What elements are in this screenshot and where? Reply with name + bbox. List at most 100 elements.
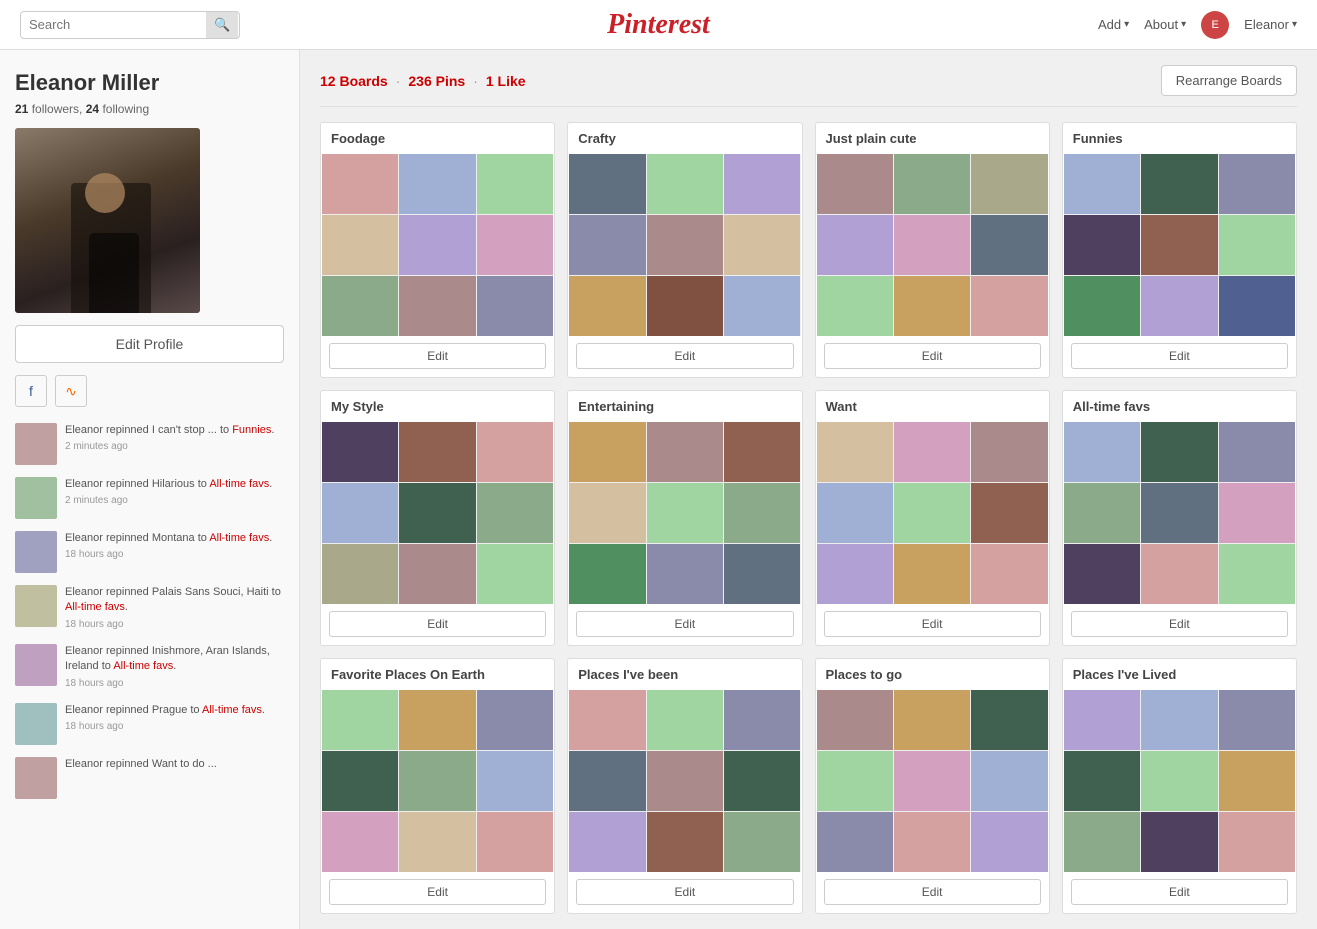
board-title: Foodage: [321, 123, 554, 154]
board-edit-button[interactable]: Edit: [329, 343, 546, 369]
board-image: [894, 215, 970, 275]
search-button[interactable]: 🔍: [206, 12, 238, 38]
board-edit-button[interactable]: Edit: [1071, 343, 1288, 369]
board-image: [647, 154, 723, 214]
board-edit-button[interactable]: Edit: [576, 611, 793, 637]
board-card: Crafty Edit: [567, 122, 802, 378]
activity-description: Eleanor repinned Montana to: [65, 532, 209, 544]
board-image: [1219, 690, 1295, 750]
board-image: [569, 544, 645, 604]
activity-board-link[interactable]: All-time favs: [209, 532, 269, 544]
activity-thumbnail: [15, 477, 57, 519]
rearrange-boards-button[interactable]: Rearrange Boards: [1161, 65, 1297, 96]
board-image: [1064, 215, 1140, 275]
activity-board-link[interactable]: Funnies: [232, 424, 271, 436]
board-edit-button[interactable]: Edit: [824, 879, 1041, 905]
board-image: [647, 422, 723, 482]
activity-text: Eleanor repinned Prague to All-time favs…: [65, 703, 265, 734]
board-image: [894, 276, 970, 336]
dot2: ·: [473, 73, 478, 89]
board-card: Favorite Places On Earth Edit: [320, 658, 555, 914]
board-image: [971, 215, 1047, 275]
board-images: [569, 690, 800, 872]
board-title: Favorite Places On Earth: [321, 659, 554, 690]
board-edit-button[interactable]: Edit: [329, 879, 546, 905]
board-image: [569, 215, 645, 275]
activity-time: 18 hours ago: [65, 720, 265, 734]
board-image: [399, 422, 475, 482]
board-image: [1064, 422, 1140, 482]
board-image: [477, 483, 553, 543]
board-image: [724, 422, 800, 482]
about-button[interactable]: About ▾: [1144, 17, 1186, 32]
board-edit-button[interactable]: Edit: [1071, 611, 1288, 637]
board-image: [322, 422, 398, 482]
likes-count-link[interactable]: 1 Like: [486, 73, 526, 89]
search-input[interactable]: [21, 12, 206, 37]
board-image: [477, 690, 553, 750]
board-title: Crafty: [568, 123, 801, 154]
activity-board-link[interactable]: All-time favs: [202, 704, 262, 716]
board-image: [647, 812, 723, 872]
board-edit-button[interactable]: Edit: [329, 611, 546, 637]
board-edit-button[interactable]: Edit: [576, 879, 793, 905]
rss-icon[interactable]: ∿: [55, 375, 87, 407]
board-images: [569, 422, 800, 604]
activity-board-link[interactable]: All-time favs: [113, 660, 173, 672]
board-image: [894, 154, 970, 214]
board-image: [1141, 751, 1217, 811]
board-image: [1141, 812, 1217, 872]
board-image: [1141, 690, 1217, 750]
activity-board-link[interactable]: All-time favs: [65, 601, 125, 613]
facebook-icon[interactable]: f: [15, 375, 47, 407]
board-image: [569, 690, 645, 750]
profile-header: 12 Boards · 236 Pins · 1 Like Rearrange …: [320, 65, 1297, 107]
pins-count-link[interactable]: 236 Pins: [408, 73, 465, 89]
board-image: [817, 215, 893, 275]
board-card: All-time favsEdit: [1062, 390, 1297, 646]
activity-thumb-image: [15, 423, 57, 465]
board-image: [569, 812, 645, 872]
edit-profile-button[interactable]: Edit Profile: [15, 325, 284, 363]
avatar: E: [1201, 11, 1229, 39]
board-image: [1064, 812, 1140, 872]
board-edit-button[interactable]: Edit: [576, 343, 793, 369]
activity-item: Eleanor repinned Inishmore, Aran Islands…: [15, 644, 284, 691]
board-image: [477, 544, 553, 604]
activity-description: Eleanor repinned Prague to: [65, 704, 202, 716]
board-image: [1141, 154, 1217, 214]
board-image: [647, 690, 723, 750]
board-image: [569, 751, 645, 811]
board-image: [399, 215, 475, 275]
activity-item: Eleanor repinned I can't stop ... to Fun…: [15, 423, 284, 465]
board-image: [1141, 483, 1217, 543]
main-content: 12 Boards · 236 Pins · 1 Like Rearrange …: [300, 50, 1317, 929]
board-image: [817, 751, 893, 811]
activity-item: Eleanor repinned Hilarious to All-time f…: [15, 477, 284, 519]
board-title: Just plain cute: [816, 123, 1049, 154]
activity-text: Eleanor repinned Palais Sans Souci, Hait…: [65, 585, 284, 632]
board-image: [569, 276, 645, 336]
boards-count-link[interactable]: 12 Boards: [320, 73, 388, 89]
board-edit-button[interactable]: Edit: [824, 611, 1041, 637]
user-menu-button[interactable]: Eleanor ▾: [1244, 17, 1297, 32]
board-image: [569, 422, 645, 482]
board-image: [477, 422, 553, 482]
board-image: [1219, 751, 1295, 811]
board-edit-button[interactable]: Edit: [824, 343, 1041, 369]
logo: Pinterest: [607, 9, 710, 41]
activity-thumbnail: [15, 703, 57, 745]
board-image: [1141, 544, 1217, 604]
board-image: [1141, 422, 1217, 482]
layout: Eleanor Miller 21 followers, 24 followin…: [0, 50, 1317, 929]
board-image: [817, 422, 893, 482]
board-image: [1219, 544, 1295, 604]
board-title: Places I've been: [568, 659, 801, 690]
activity-time: 2 minutes ago: [65, 440, 274, 454]
activity-board-link[interactable]: All-time favs: [209, 478, 269, 490]
board-edit-button[interactable]: Edit: [1071, 879, 1288, 905]
activity-thumb-image: [15, 757, 57, 799]
board-image: [894, 422, 970, 482]
add-caret-icon: ▾: [1124, 19, 1129, 30]
add-button[interactable]: Add ▾: [1098, 17, 1129, 32]
